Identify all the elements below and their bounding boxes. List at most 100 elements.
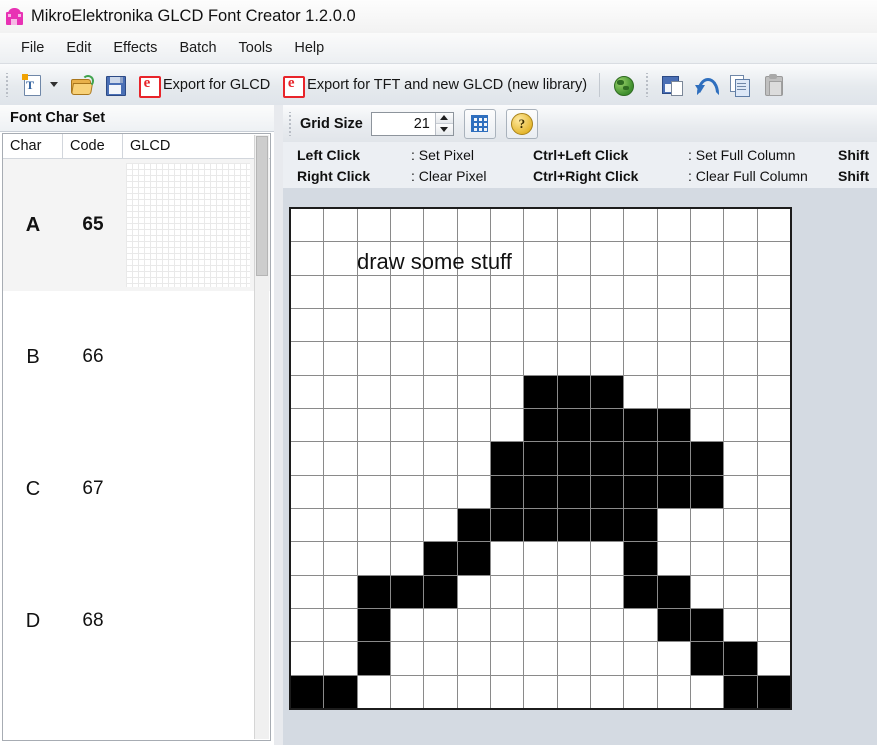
pixel-cell[interactable]	[324, 675, 357, 708]
pixel-cell[interactable]	[590, 275, 624, 308]
pixel-cell[interactable]	[357, 475, 390, 508]
pixel-cell[interactable]	[390, 608, 424, 642]
pixel-cell[interactable]	[291, 342, 324, 375]
pixel-cell[interactable]	[757, 675, 790, 708]
pixel-cell[interactable]	[490, 675, 524, 708]
pixel-cell[interactable]	[424, 342, 457, 375]
pixel-cell[interactable]	[624, 508, 657, 542]
toolbar-grip-2[interactable]	[644, 72, 653, 97]
pixel-cell[interactable]	[690, 442, 724, 475]
pixel-cell[interactable]	[324, 275, 357, 308]
paste-button[interactable]	[758, 69, 790, 101]
pixel-cell[interactable]	[724, 308, 757, 342]
pixel-cell[interactable]	[524, 642, 557, 675]
web-link-button[interactable]	[607, 69, 639, 101]
pixel-cell[interactable]	[757, 242, 790, 275]
pixel-cell[interactable]	[490, 542, 524, 575]
pixel-cell[interactable]	[457, 575, 490, 608]
pixel-cell[interactable]	[624, 308, 657, 342]
pixel-cell[interactable]	[724, 242, 757, 275]
pixel-cell[interactable]	[490, 508, 524, 542]
pixel-cell[interactable]	[357, 642, 390, 675]
pixel-cell[interactable]	[291, 308, 324, 342]
menu-file[interactable]: File	[10, 37, 55, 59]
pixel-cell[interactable]	[590, 408, 624, 442]
pixel-cell[interactable]	[724, 209, 757, 242]
pixel-cell[interactable]	[457, 375, 490, 408]
menu-tools[interactable]: Tools	[228, 37, 284, 59]
pixel-cell[interactable]	[657, 508, 690, 542]
pixel-cell[interactable]	[390, 475, 424, 508]
pixel-cell[interactable]	[524, 442, 557, 475]
pixel-cell[interactable]	[657, 475, 690, 508]
pixel-cell[interactable]	[690, 408, 724, 442]
pixel-cell[interactable]	[690, 575, 724, 608]
pixel-cell[interactable]	[424, 442, 457, 475]
pixel-cell[interactable]	[324, 508, 357, 542]
pixel-cell[interactable]	[424, 375, 457, 408]
copy-button[interactable]	[724, 69, 756, 101]
pixel-cell[interactable]	[724, 608, 757, 642]
pixel-cell[interactable]	[357, 608, 390, 642]
pixel-cell[interactable]	[490, 209, 524, 242]
pixel-cell[interactable]	[357, 375, 390, 408]
pixel-cell[interactable]	[557, 542, 590, 575]
pixel-cell[interactable]	[657, 642, 690, 675]
pixel-cell[interactable]	[457, 342, 490, 375]
pixel-cell[interactable]	[390, 508, 424, 542]
pixel-cell[interactable]	[357, 275, 390, 308]
pixel-cell[interactable]	[324, 442, 357, 475]
pixel-cell[interactable]	[724, 575, 757, 608]
pixel-cell[interactable]	[724, 642, 757, 675]
pixel-cell[interactable]	[590, 675, 624, 708]
pixel-cell[interactable]	[424, 209, 457, 242]
pixel-cell[interactable]	[724, 675, 757, 708]
pixel-cell[interactable]	[524, 275, 557, 308]
pixel-cell[interactable]	[291, 209, 324, 242]
pixel-cell[interactable]	[324, 375, 357, 408]
pixel-cell[interactable]	[357, 442, 390, 475]
pixel-cell[interactable]	[524, 308, 557, 342]
pixel-cell[interactable]	[557, 475, 590, 508]
pixel-cell[interactable]	[390, 308, 424, 342]
pixel-cell[interactable]	[757, 608, 790, 642]
pixel-cell[interactable]	[291, 575, 324, 608]
pixel-cell[interactable]	[324, 475, 357, 508]
pixel-cell[interactable]	[524, 209, 557, 242]
pixel-cell[interactable]	[757, 308, 790, 342]
pixel-cell[interactable]	[757, 475, 790, 508]
pixel-cell[interactable]	[657, 575, 690, 608]
pixel-cell[interactable]	[324, 408, 357, 442]
pixel-cell[interactable]	[757, 408, 790, 442]
pixel-cell[interactable]	[490, 442, 524, 475]
pixel-cell[interactable]	[657, 242, 690, 275]
pixel-cell[interactable]	[490, 308, 524, 342]
pixel-cell[interactable]	[590, 209, 624, 242]
pixel-cell[interactable]	[690, 542, 724, 575]
pixel-cell[interactable]	[424, 542, 457, 575]
pixel-cell[interactable]	[557, 275, 590, 308]
pixel-cell[interactable]	[524, 575, 557, 608]
table-row[interactable]: C 67	[3, 423, 270, 555]
pixel-cell[interactable]	[291, 275, 324, 308]
pixel-cell[interactable]	[624, 542, 657, 575]
pixel-cell[interactable]	[490, 475, 524, 508]
pixel-cell[interactable]	[424, 475, 457, 508]
pixel-cell[interactable]	[590, 542, 624, 575]
menu-batch[interactable]: Batch	[168, 37, 227, 59]
pixel-cell[interactable]	[657, 308, 690, 342]
pixel-cell[interactable]	[457, 475, 490, 508]
pixel-cell[interactable]	[557, 342, 590, 375]
pixel-cell[interactable]	[757, 642, 790, 675]
grid-size-decrement[interactable]	[435, 124, 453, 135]
grid-size-stepper[interactable]	[370, 111, 454, 136]
pixel-cell[interactable]	[390, 642, 424, 675]
pixel-cell[interactable]	[724, 508, 757, 542]
pixel-cell[interactable]	[524, 608, 557, 642]
pixel-cell[interactable]	[624, 675, 657, 708]
pixel-cell[interactable]	[590, 308, 624, 342]
pixel-cell[interactable]	[390, 675, 424, 708]
pixel-cell[interactable]	[490, 342, 524, 375]
pixel-cell[interactable]	[324, 542, 357, 575]
pixel-cell[interactable]	[724, 542, 757, 575]
